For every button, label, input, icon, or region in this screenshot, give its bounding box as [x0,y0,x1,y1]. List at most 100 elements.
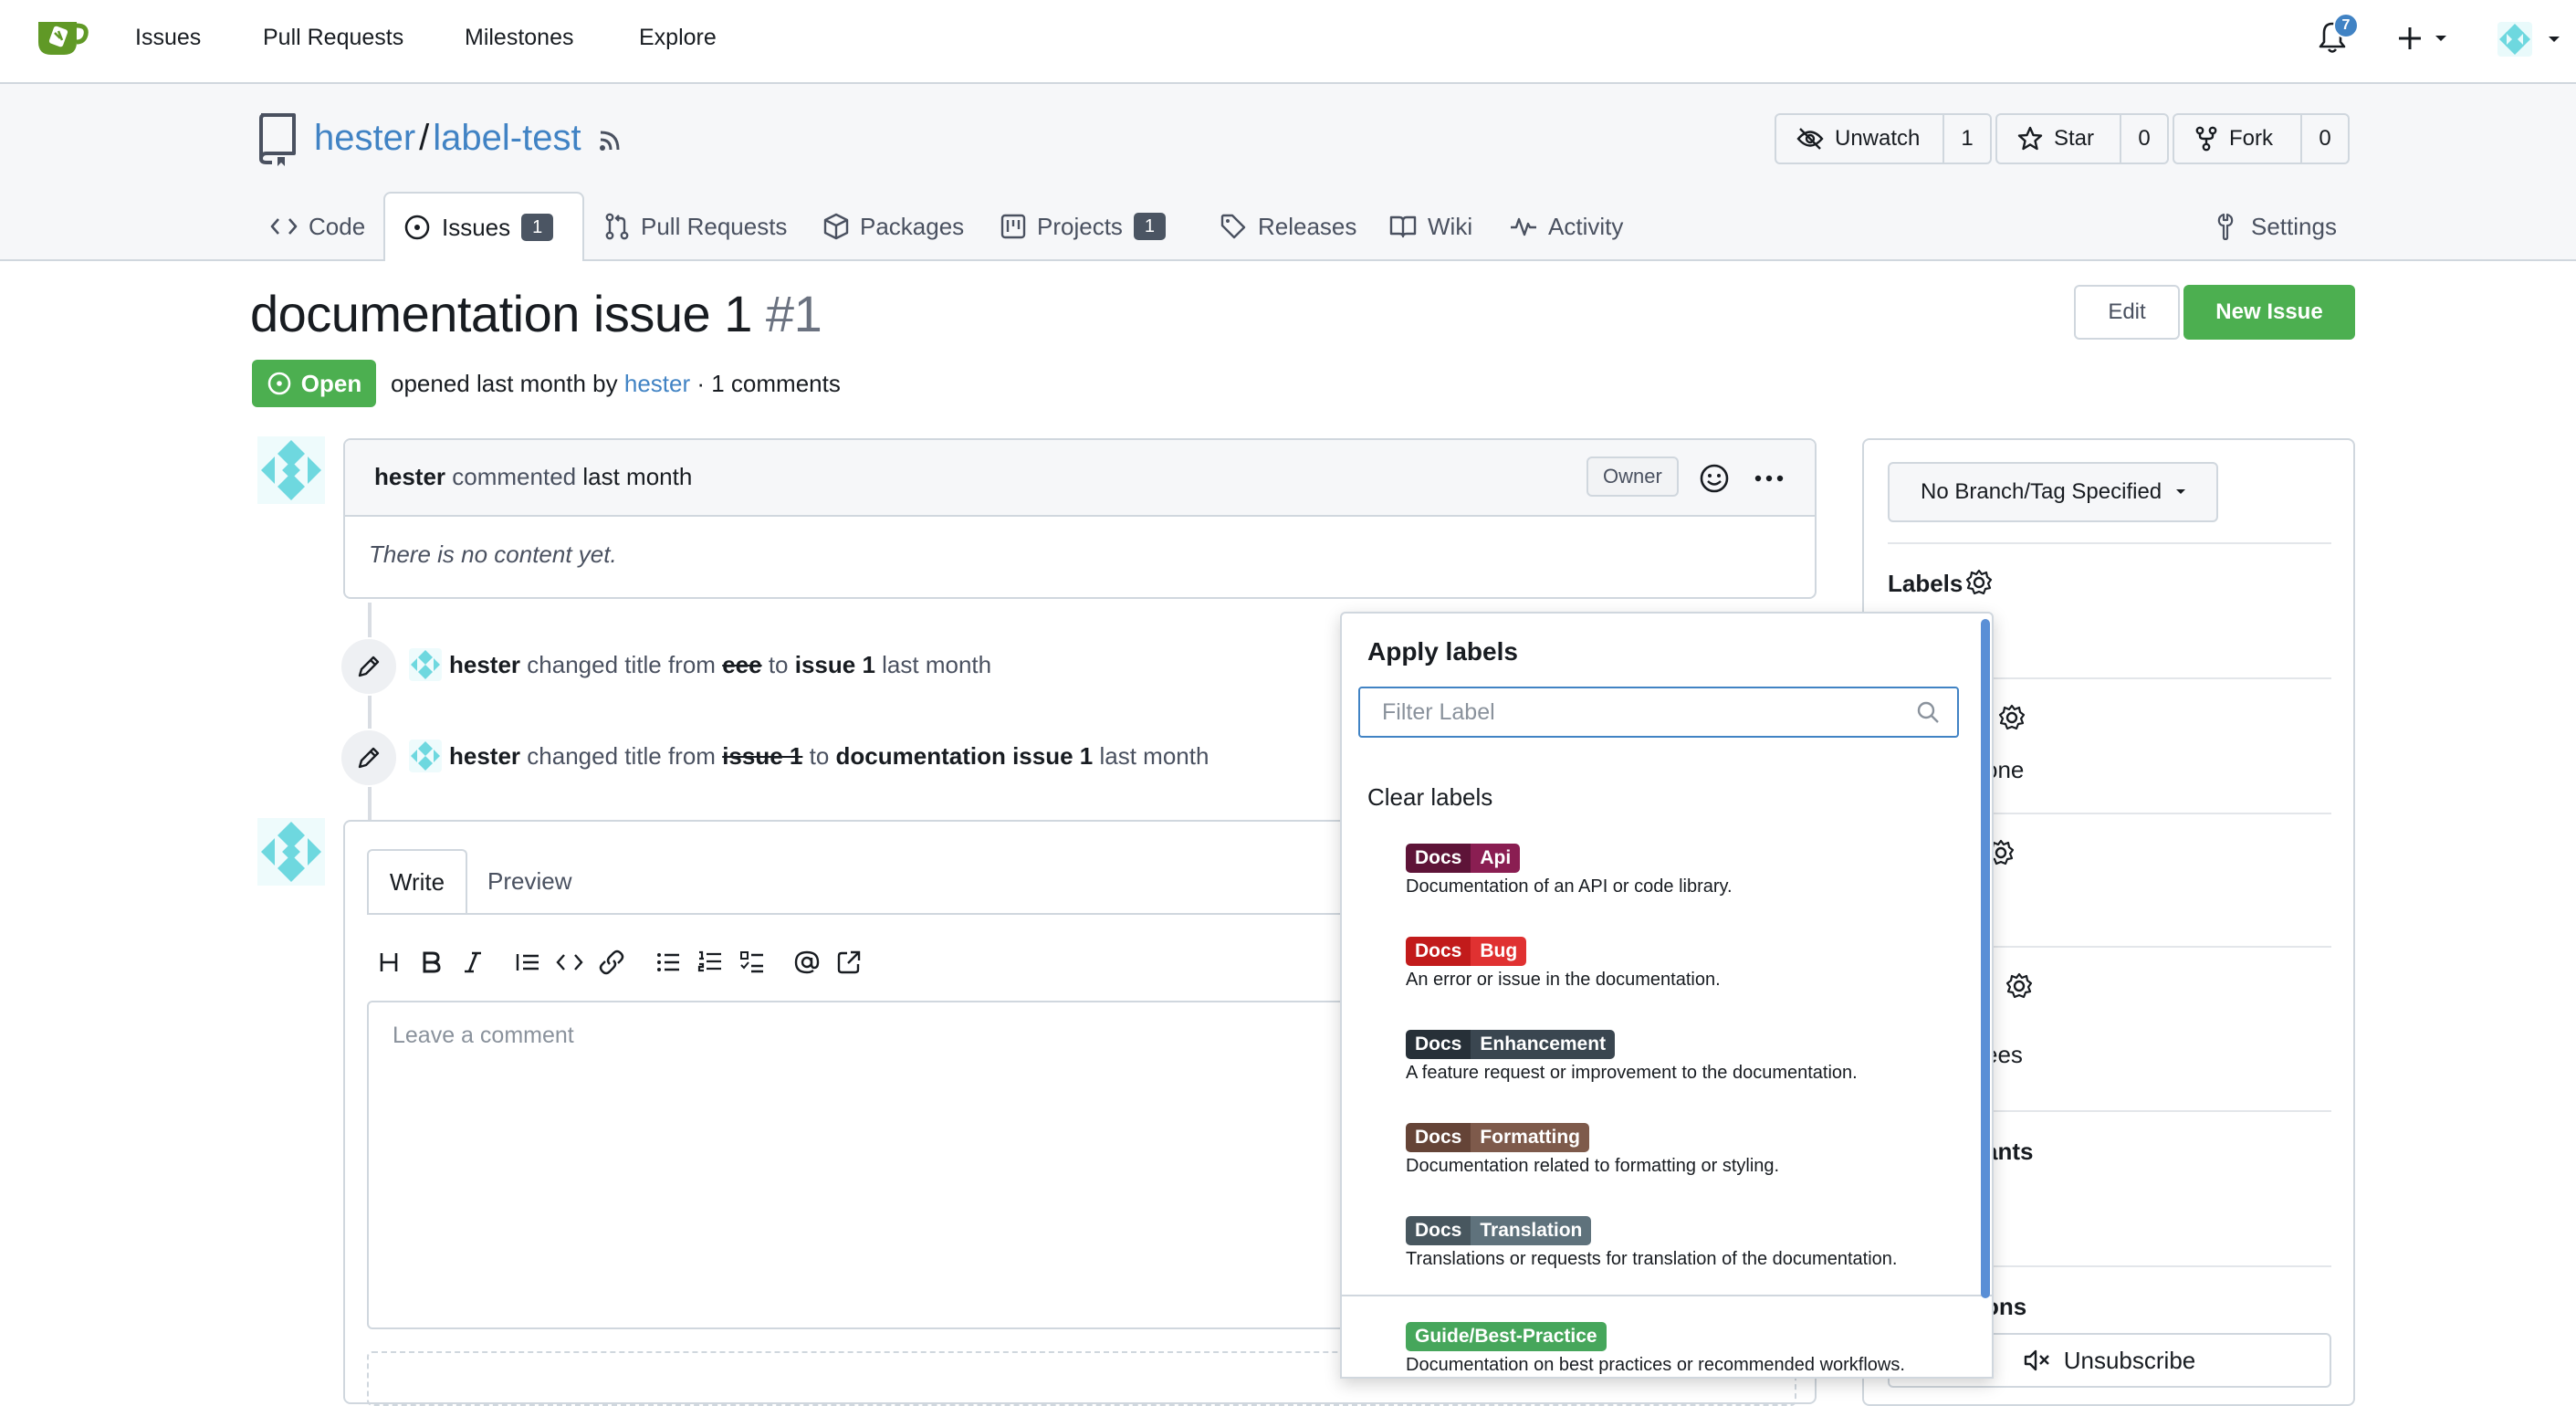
tab-activity-label: Activity [1548,212,1624,240]
editor-tab-preview[interactable]: Preview [487,867,571,896]
top-navbar: Issues Pull Requests Milestones Explore … [0,0,2576,84]
fork-button-group[interactable]: Fork 0 [2173,113,2350,164]
link-button[interactable] [595,946,628,979]
label-option[interactable]: Docs Formatting Documentation related to … [1406,1123,1779,1177]
reference-button[interactable] [832,946,865,979]
label-filter-input[interactable]: Filter Label [1358,687,1959,738]
package-icon [823,213,849,240]
issue-icon [404,215,430,240]
tab-wiki-label: Wiki [1428,212,1473,240]
event-time[interactable]: last month [1099,742,1209,770]
tab-wiki[interactable]: Wiki [1389,194,1472,259]
tab-releases[interactable]: Releases [1220,194,1356,259]
label-option[interactable]: Guide/Best-Practice Documentation on bes… [1406,1322,1905,1376]
caret-down-icon [2176,489,2186,494]
user-menu-avatar[interactable] [2494,18,2567,60]
notification-count-badge: 7 [2333,13,2359,38]
event-user[interactable]: hester [449,742,520,770]
label-option[interactable]: Docs Translation Translations or requests… [1406,1216,1897,1270]
tab-code-label: Code [309,212,366,240]
tab-settings-label: Settings [2251,212,2337,240]
comment-author-avatar[interactable] [257,436,325,504]
watch-button-group[interactable]: Unwatch 1 [1775,113,1992,164]
tab-activity[interactable]: Activity [1510,194,1623,259]
nav-explore[interactable]: Explore [639,22,717,53]
label-chip: Docs Translation [1406,1216,1592,1245]
edit-title-button[interactable]: Edit [2074,285,2180,340]
label-description: A feature request or improvement to the … [1406,1063,1858,1083]
label-option[interactable]: Docs Api Documentation of an API or code … [1406,844,1733,897]
new-issue-button[interactable]: New Issue [2183,285,2355,340]
bold-button[interactable] [414,946,447,979]
editor-tab-write[interactable]: Write [367,849,467,915]
repo-name-link[interactable]: label-test [433,118,581,158]
tab-settings[interactable]: Settings [2215,194,2337,259]
tab-projects[interactable]: Projects 1 [1000,194,1167,259]
assignees-gear-icon[interactable] [2005,971,2034,1001]
event-user-avatar[interactable] [409,648,442,681]
add-reaction-button[interactable] [1698,462,1731,495]
status-text: Open [300,369,362,397]
current-user-avatar[interactable] [257,818,325,886]
star-count[interactable]: 0 [2121,115,2167,163]
watch-count[interactable]: 1 [1944,115,1990,163]
tab-packages[interactable]: Packages [823,194,964,259]
label-option[interactable]: Docs Bug An error or issue in the documen… [1406,937,1721,991]
heading-button[interactable] [372,946,405,979]
tab-issues[interactable]: Issues 1 [383,192,584,261]
tasklist-icon [740,951,763,973]
tab-pull-requests[interactable]: Pull Requests [604,194,787,259]
labels-heading[interactable]: Labels [1888,568,1963,599]
star-icon [2017,126,2043,151]
label-chip: Docs Enhancement [1406,1030,1616,1059]
mention-button[interactable] [791,946,823,979]
sidebar-divider [1888,542,2331,544]
label-filter-placeholder: Filter Label [1382,699,1495,725]
unordered-list-button[interactable] [652,946,685,979]
plus-icon [2399,27,2446,49]
event-old-title: eee [722,651,762,678]
italic-icon [465,951,481,973]
list-unordered-icon [657,953,679,971]
tab-pull-requests-label: Pull Requests [641,212,788,240]
event-user-avatar[interactable] [409,740,442,772]
italic-button[interactable] [456,946,489,979]
nav-issues[interactable]: Issues [135,22,201,53]
fork-count[interactable]: 0 [2302,115,2348,163]
book-icon [1389,215,1417,238]
comment-author[interactable]: hester [374,463,445,490]
notifications-button[interactable]: 7 [2317,13,2359,57]
code-button[interactable] [553,946,586,979]
issue-author-link[interactable]: hester [624,370,690,397]
unsubscribe-label: Unsubscribe [2063,1346,2196,1374]
comment-time[interactable]: last month [582,463,692,490]
repo-owner-link[interactable]: hester [314,118,415,158]
tag-icon [1220,214,1246,239]
issue-title-text: documentation issue 1 [250,285,752,342]
label-option[interactable]: Docs Enhancement A feature request or imp… [1406,1030,1858,1084]
clear-labels-item[interactable]: Clear labels [1367,783,1492,812]
milestone-gear-icon[interactable] [1997,703,2026,732]
event-time[interactable]: last month [882,651,991,678]
nav-pull-requests[interactable]: Pull Requests [263,22,403,53]
bell-slash-icon [2024,1349,2049,1371]
labels-gear-icon[interactable] [1964,568,1994,597]
comment-more-button[interactable] [1751,462,1787,495]
comment-action: commented [452,463,577,490]
ordered-list-button[interactable] [694,946,727,979]
nav-milestones[interactable]: Milestones [465,22,574,53]
tab-code[interactable]: Code [270,194,365,259]
rss-feed-icon[interactable] [597,128,623,153]
star-button-group[interactable]: Star 0 [1995,113,2169,164]
task-list-button[interactable] [736,946,769,979]
event-user[interactable]: hester [449,651,520,678]
create-menu-button[interactable] [2397,22,2452,55]
branch-selector[interactable]: No Branch/Tag Specified [1888,462,2218,522]
mention-icon [794,950,820,974]
labels-menu-scrollbar[interactable] [1981,619,1990,1298]
quote-button[interactable] [511,946,544,979]
branch-selector-label: No Branch/Tag Specified [1921,479,2162,504]
gitea-logo[interactable] [33,15,89,60]
fork-label: Fork [2229,126,2273,151]
pulse-icon [1511,217,1536,236]
